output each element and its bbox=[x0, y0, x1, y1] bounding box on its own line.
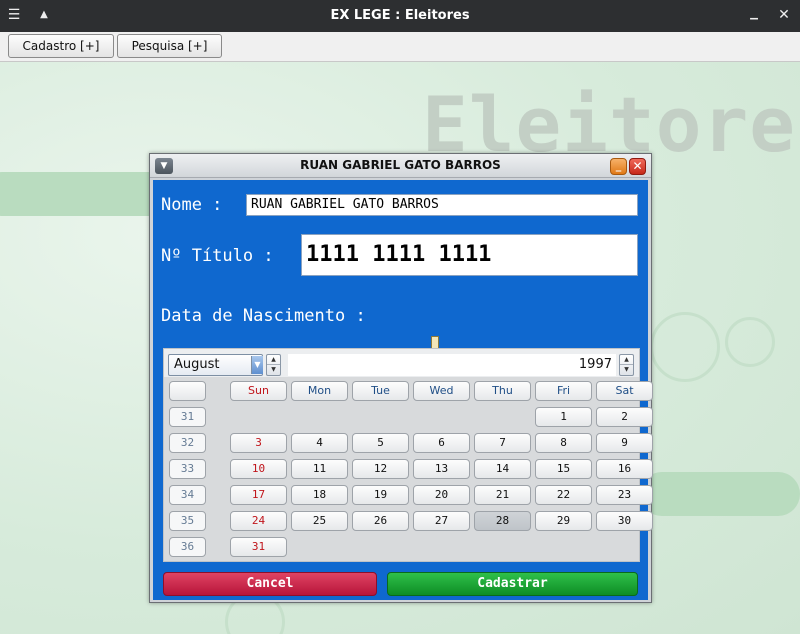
cadastrar-button[interactable]: Cadastrar bbox=[387, 572, 638, 596]
background-circuit bbox=[725, 317, 775, 367]
calendar-day[interactable]: 28 bbox=[474, 511, 531, 531]
window-title: EX LEGE : Eleitores bbox=[330, 8, 470, 23]
month-value: August bbox=[174, 357, 220, 372]
calendar-day[interactable]: 3 bbox=[230, 433, 287, 453]
calendar-day[interactable]: 23 bbox=[596, 485, 653, 505]
calendar-day[interactable]: 18 bbox=[291, 485, 348, 505]
chevron-down-icon[interactable]: ▼ bbox=[251, 356, 263, 374]
weekday-header: Tue bbox=[352, 381, 409, 401]
calendar-day[interactable]: 11 bbox=[291, 459, 348, 479]
year-field[interactable]: 1997 bbox=[288, 354, 616, 376]
calendar-day[interactable]: 13 bbox=[413, 459, 470, 479]
background-circuit bbox=[650, 312, 720, 382]
weekday-header: Thu bbox=[474, 381, 531, 401]
calendar-day[interactable]: 30 bbox=[596, 511, 653, 531]
weekday-header: Mon bbox=[291, 381, 348, 401]
nome-label: Nome : bbox=[161, 195, 223, 215]
cancel-button[interactable]: Cancel bbox=[163, 572, 377, 596]
week-number: 32 bbox=[169, 433, 206, 453]
voter-dialog: ▼ RUAN GABRIEL GATO BARROS _ ✕ Nome : RU… bbox=[149, 153, 653, 603]
dialog-title: RUAN GABRIEL GATO BARROS bbox=[300, 158, 501, 172]
spinner-down-icon[interactable]: ▼ bbox=[620, 365, 633, 375]
calendar-day[interactable]: 15 bbox=[535, 459, 592, 479]
menubar: Cadastro [+] Pesquisa [+] bbox=[0, 32, 800, 62]
month-select[interactable]: August ▼ bbox=[168, 354, 263, 376]
window-titlebar: ☰ ▲ EX LEGE : Eleitores ▁ ✕ bbox=[0, 0, 800, 32]
calendar-day[interactable]: 17 bbox=[230, 485, 287, 505]
calendar-day[interactable]: 14 bbox=[474, 459, 531, 479]
dialog-body: Nome : RUAN GABRIEL GATO BARROS Nº Títul… bbox=[153, 180, 653, 600]
week-number: 36 bbox=[169, 537, 206, 557]
calendar-day[interactable]: 7 bbox=[474, 433, 531, 453]
calendar-day[interactable]: 21 bbox=[474, 485, 531, 505]
month-spinner[interactable]: ▲ ▼ bbox=[266, 354, 281, 376]
week-number: 31 bbox=[169, 407, 206, 427]
nome-field[interactable]: RUAN GABRIEL GATO BARROS bbox=[246, 194, 638, 216]
calendar-corner-cell bbox=[169, 381, 206, 401]
calendar-day[interactable]: 12 bbox=[352, 459, 409, 479]
calendar-day[interactable]: 16 bbox=[596, 459, 653, 479]
calendar-day[interactable]: 5 bbox=[352, 433, 409, 453]
dialog-minimize-icon[interactable]: _ bbox=[610, 158, 627, 175]
spinner-up-icon[interactable]: ▲ bbox=[267, 355, 280, 365]
nascimento-label: Data de Nascimento : bbox=[161, 306, 366, 326]
titulo-field[interactable]: 1111 1111 1111 bbox=[301, 234, 638, 276]
calendar-day[interactable]: 24 bbox=[230, 511, 287, 531]
calendar-header: August ▼ ▲ ▼ 1997 ▲ ▼ bbox=[164, 349, 639, 377]
calendar-day[interactable]: 22 bbox=[535, 485, 592, 505]
weekday-header: Sat bbox=[596, 381, 653, 401]
minimize-icon[interactable]: ▁ bbox=[744, 5, 764, 25]
dialog-close-icon[interactable]: ✕ bbox=[629, 158, 646, 175]
date-picker-calendar: August ▼ ▲ ▼ 1997 ▲ ▼ Sun Mon Tue Wed Thu Fri… bbox=[163, 348, 653, 562]
background-band bbox=[640, 472, 800, 516]
week-number: 33 bbox=[169, 459, 206, 479]
calendar-day[interactable]: 29 bbox=[535, 511, 592, 531]
close-icon[interactable]: ✕ bbox=[774, 5, 794, 25]
titulo-label: Nº Título : bbox=[161, 246, 274, 266]
calendar-day[interactable]: 1 bbox=[535, 407, 592, 427]
calendar-day[interactable]: 6 bbox=[413, 433, 470, 453]
calendar-day[interactable]: 9 bbox=[596, 433, 653, 453]
spinner-up-icon[interactable]: ▲ bbox=[620, 355, 633, 365]
spinner-down-icon[interactable]: ▼ bbox=[267, 365, 280, 375]
calendar-day[interactable]: 31 bbox=[230, 537, 287, 557]
week-number: 35 bbox=[169, 511, 206, 531]
weekday-header: Wed bbox=[413, 381, 470, 401]
menu-pesquisa[interactable]: Pesquisa [+] bbox=[117, 34, 222, 58]
weekday-header: Fri bbox=[535, 381, 592, 401]
calendar-day[interactable]: 27 bbox=[413, 511, 470, 531]
week-number: 34 bbox=[169, 485, 206, 505]
dialog-titlebar: ▼ RUAN GABRIEL GATO BARROS _ ✕ bbox=[150, 154, 651, 178]
calendar-day[interactable]: 2 bbox=[596, 407, 653, 427]
weekday-header: Sun bbox=[230, 381, 287, 401]
calendar-day[interactable]: 20 bbox=[413, 485, 470, 505]
calendar-day[interactable]: 26 bbox=[352, 511, 409, 531]
calendar-day[interactable]: 25 bbox=[291, 511, 348, 531]
calendar-day[interactable]: 19 bbox=[352, 485, 409, 505]
calendar-day[interactable]: 8 bbox=[535, 433, 592, 453]
calendar-day[interactable]: 10 bbox=[230, 459, 287, 479]
calendar-day[interactable]: 4 bbox=[291, 433, 348, 453]
year-spinner[interactable]: ▲ ▼ bbox=[619, 354, 634, 376]
menu-cadastro[interactable]: Cadastro [+] bbox=[8, 34, 114, 58]
